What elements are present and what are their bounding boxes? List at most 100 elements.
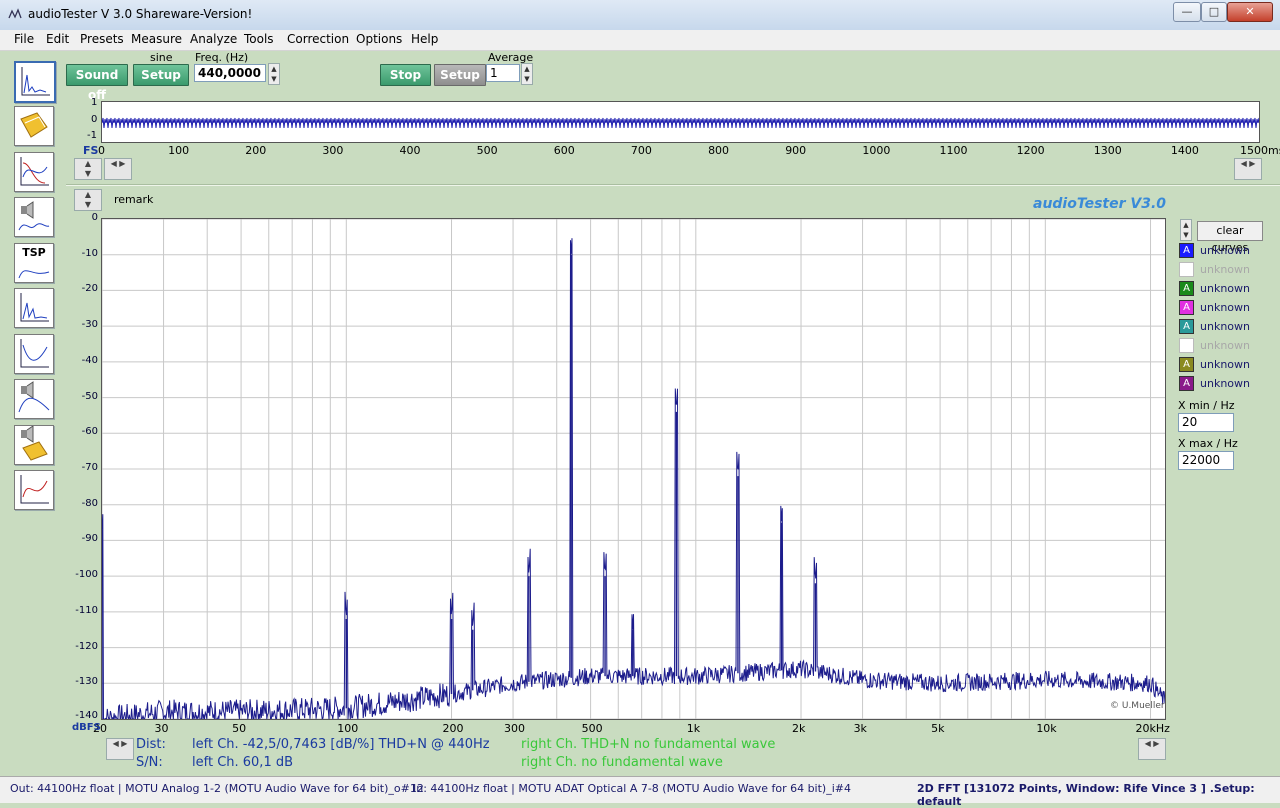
curve-toggle[interactable]	[1179, 338, 1194, 353]
average-input[interactable]: 1	[486, 64, 520, 82]
fft-ytick: -40	[81, 354, 98, 366]
menu-tools[interactable]: Tools	[244, 32, 274, 46]
scope-xtick: 1100	[939, 144, 968, 157]
tsp-icon[interactable]: TSP	[14, 243, 54, 283]
scope-x-scroll-right[interactable]: ◀ ▶	[1234, 158, 1262, 180]
stop-button[interactable]: Stop	[380, 64, 431, 86]
curve-toggle[interactable]: A	[1179, 357, 1194, 372]
frequency-input[interactable]: 440,0000	[194, 64, 266, 82]
fft-xtick: 100	[337, 722, 359, 735]
speaker-folder-icon[interactable]	[14, 425, 54, 465]
fft-xtick: 2k	[792, 722, 806, 735]
scope-xtick: 1200	[1016, 144, 1045, 157]
folder-icon[interactable]	[14, 106, 54, 146]
menu-analyze[interactable]: Analyze	[190, 32, 237, 46]
oscilloscope-plot[interactable]	[101, 101, 1260, 143]
curve-label: unknown	[1200, 282, 1250, 295]
fft-chart-svg	[101, 218, 1166, 721]
status-output: Out: 44100Hz float | MOTU Analog 1-2 (MO…	[10, 782, 424, 795]
scope-xtick: 800	[708, 144, 730, 157]
scope-xtick: 1300	[1093, 144, 1122, 157]
scope-ytick: 1	[91, 97, 98, 108]
scope-xtick: 500	[476, 144, 498, 157]
analyzer-setup-button[interactable]: Setup	[434, 64, 486, 86]
fft-ytick: -50	[81, 390, 98, 402]
scope-xtick: 900	[785, 144, 807, 157]
fft-y-zoom[interactable]: ▲ ▼	[74, 189, 102, 211]
fft-xtick: 30	[154, 722, 169, 735]
fft-plot[interactable]: © U.Mueller	[101, 218, 1166, 721]
fft-icon[interactable]	[14, 61, 56, 103]
fft-xtick: 300	[504, 722, 526, 735]
scope-xtick: 200	[245, 144, 267, 157]
status-bar: Out: 44100Hz float | MOTU Analog 1-2 (MO…	[0, 776, 1280, 808]
tsp-label: TSP	[22, 246, 46, 259]
fft-x-scroll-right[interactable]: ◀ ▶	[1138, 738, 1166, 760]
curve-toggle[interactable]	[1179, 262, 1194, 277]
sn-left-value: left Ch. 60,1 dB	[192, 755, 294, 770]
xmin-input[interactable]: 20	[1178, 413, 1234, 432]
scope-ytick: -1	[87, 130, 97, 141]
scope-xtick: 1500ms	[1240, 144, 1280, 157]
remark-label: remark	[114, 193, 154, 206]
clear-curves-button[interactable]: clear curves	[1197, 221, 1263, 254]
curve-toggle[interactable]: A	[1179, 243, 1194, 258]
fft-xtick: 20kHz	[1135, 722, 1170, 735]
fft-xtick: 1k	[686, 722, 701, 735]
window-title: audioTester V 3.0 Shareware-Version!	[28, 7, 253, 21]
scope-xtick: 0	[98, 144, 105, 157]
scope-x-scroll[interactable]: ◀ ▶	[104, 158, 132, 180]
fft-xtick: 3k	[853, 722, 867, 735]
curve-label: unknown	[1200, 339, 1250, 352]
scope-y-zoom[interactable]: ▲ ▼	[74, 158, 102, 180]
curve-toggle[interactable]: A	[1179, 281, 1194, 296]
generator-setup-button[interactable]: Setup	[133, 64, 189, 86]
fs-label: FS	[83, 144, 99, 157]
fft-xtick: 10k	[1036, 722, 1057, 735]
xmax-label: X max / Hz	[1178, 437, 1238, 450]
scope-xtick: 300	[322, 144, 344, 157]
sn-right-value: right Ch. no fundamental wave	[521, 755, 723, 770]
xmax-input[interactable]: 22000	[1178, 451, 1234, 470]
average-spinner[interactable]: ▲ ▼	[521, 63, 533, 85]
panel-divider	[66, 184, 1280, 186]
menu-presets[interactable]: Presets	[80, 32, 124, 46]
speaker-icon[interactable]	[14, 197, 54, 237]
bode-icon[interactable]	[14, 152, 54, 192]
minimize-button[interactable]: —	[1173, 2, 1201, 22]
curve-toggle[interactable]: A	[1179, 300, 1194, 315]
scope-xtick: 700	[630, 144, 652, 157]
curve-toggle[interactable]: A	[1179, 376, 1194, 391]
response-icon[interactable]	[14, 334, 54, 374]
menu-bar: File Edit Presets Measure Analyze Tools …	[0, 30, 1280, 51]
close-button[interactable]: ✕	[1227, 2, 1273, 22]
y-axis-label: dBFS	[72, 722, 101, 733]
dist-right-value: right Ch. THD+N no fundamental wave	[521, 737, 776, 752]
menu-edit[interactable]: Edit	[46, 32, 69, 46]
menu-measure[interactable]: Measure	[131, 32, 182, 46]
curve-toggle[interactable]: A	[1179, 319, 1194, 334]
speaker-response-icon[interactable]	[14, 379, 54, 419]
fft-ytick: -30	[81, 319, 98, 331]
legend-spinner[interactable]: ▲ ▼	[1180, 219, 1192, 241]
sound-off-button[interactable]: Sound off	[66, 64, 128, 102]
menu-correction[interactable]: Correction	[287, 32, 349, 46]
maximize-button[interactable]: □	[1201, 2, 1227, 22]
fft-ytick: -130	[75, 676, 98, 688]
sn-label: S/N:	[136, 755, 163, 770]
fft-ytick: -120	[75, 640, 98, 652]
sweep-icon[interactable]	[14, 470, 54, 510]
menu-help[interactable]: Help	[411, 32, 438, 46]
curve-label: unknown	[1200, 244, 1250, 257]
fft-xtick: 50	[232, 722, 247, 735]
waveform-label: sine	[150, 51, 173, 64]
fft-x-scroll[interactable]: ◀ ▶	[106, 738, 134, 760]
curve-label: unknown	[1200, 320, 1250, 333]
menu-options[interactable]: Options	[356, 32, 402, 46]
fft-ytick: -10	[81, 247, 98, 259]
fft-ytick: -90	[81, 533, 98, 545]
spectrum-icon[interactable]	[14, 288, 54, 328]
menu-file[interactable]: File	[14, 32, 34, 46]
curve-label: unknown	[1200, 358, 1250, 371]
frequency-spinner[interactable]: ▲ ▼	[268, 63, 280, 85]
